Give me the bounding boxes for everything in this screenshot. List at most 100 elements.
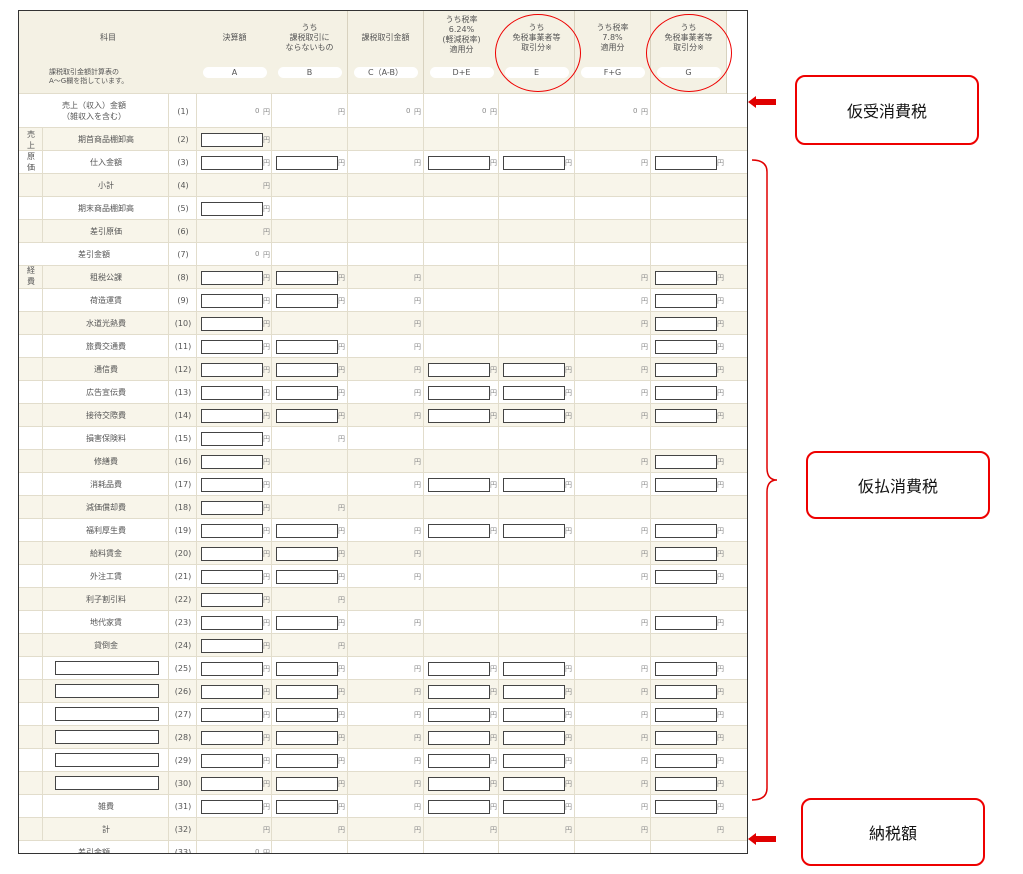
amount-input-a[interactable] <box>201 661 263 676</box>
amount-input-g[interactable] <box>655 684 717 699</box>
amount-input-a[interactable] <box>201 385 263 400</box>
custom-item-input[interactable] <box>55 661 159 675</box>
amount-input-g[interactable] <box>655 523 717 538</box>
column-divider <box>574 404 575 427</box>
amount-input-e[interactable] <box>503 477 565 492</box>
amount-input-d[interactable] <box>428 661 490 676</box>
amount-input-a[interactable] <box>201 569 263 584</box>
amount-input-g[interactable] <box>655 339 717 354</box>
amount-input-d[interactable] <box>428 753 490 768</box>
amount-input-a[interactable] <box>201 753 263 768</box>
amount-input-d[interactable] <box>428 523 490 538</box>
amount-input-g[interactable] <box>655 776 717 791</box>
amount-input-b[interactable] <box>276 730 338 745</box>
amount-input-a[interactable] <box>201 339 263 354</box>
amount-input-d[interactable] <box>428 776 490 791</box>
amount-input-d[interactable] <box>428 408 490 423</box>
amount-input-d[interactable] <box>428 707 490 722</box>
amount-input-g[interactable] <box>655 753 717 768</box>
amount-input-b[interactable] <box>276 707 338 722</box>
amount-input-a[interactable] <box>201 730 263 745</box>
amount-input-g[interactable] <box>655 730 717 745</box>
amount-input-g[interactable] <box>655 316 717 331</box>
custom-item-input[interactable] <box>55 707 159 721</box>
amount-input-d[interactable] <box>428 362 490 377</box>
amount-input-g[interactable] <box>655 799 717 814</box>
amount-input-g[interactable] <box>655 385 717 400</box>
amount-input-a[interactable] <box>201 707 263 722</box>
amount-input-e[interactable] <box>503 753 565 768</box>
amount-input-a[interactable] <box>201 132 263 147</box>
amount-input-a[interactable] <box>201 477 263 492</box>
amount-input-b[interactable] <box>276 569 338 584</box>
amount-input-e[interactable] <box>503 684 565 699</box>
amount-input-a[interactable] <box>201 776 263 791</box>
amount-input-e[interactable] <box>503 730 565 745</box>
amount-input-e[interactable] <box>503 362 565 377</box>
amount-input-a[interactable] <box>201 293 263 308</box>
amount-input-e[interactable] <box>503 707 565 722</box>
amount-input-d[interactable] <box>428 684 490 699</box>
amount-input-a[interactable] <box>201 500 263 515</box>
amount-input-e[interactable] <box>503 661 565 676</box>
amount-input-b[interactable] <box>276 615 338 630</box>
amount-input-e[interactable] <box>503 155 565 170</box>
amount-input-b[interactable] <box>276 799 338 814</box>
amount-input-g[interactable] <box>655 155 717 170</box>
amount-input-g[interactable] <box>655 569 717 584</box>
amount-input-g[interactable] <box>655 615 717 630</box>
amount-input-a[interactable] <box>201 799 263 814</box>
amount-input-d[interactable] <box>428 730 490 745</box>
amount-input-b[interactable] <box>276 155 338 170</box>
amount-input-a[interactable] <box>201 316 263 331</box>
amount-input-b[interactable] <box>276 408 338 423</box>
amount-input-d[interactable] <box>428 799 490 814</box>
custom-item-input[interactable] <box>55 753 159 767</box>
custom-item-input[interactable] <box>55 730 159 744</box>
amount-input-g[interactable] <box>655 362 717 377</box>
amount-input-g[interactable] <box>655 707 717 722</box>
amount-input-a[interactable] <box>201 684 263 699</box>
amount-input-b[interactable] <box>276 523 338 538</box>
amount-input-g[interactable] <box>655 270 717 285</box>
amount-input-b[interactable] <box>276 753 338 768</box>
amount-input-e[interactable] <box>503 799 565 814</box>
amount-input-a[interactable] <box>201 592 263 607</box>
amount-input-b[interactable] <box>276 270 338 285</box>
amount-input-a[interactable] <box>201 454 263 469</box>
amount-input-e[interactable] <box>503 408 565 423</box>
amount-input-b[interactable] <box>276 546 338 561</box>
amount-input-a[interactable] <box>201 201 263 216</box>
amount-input-b[interactable] <box>276 339 338 354</box>
amount-input-a[interactable] <box>201 362 263 377</box>
amount-input-d[interactable] <box>428 477 490 492</box>
custom-item-input[interactable] <box>55 776 159 790</box>
amount-input-g[interactable] <box>655 546 717 561</box>
amount-input-b[interactable] <box>276 684 338 699</box>
amount-input-a[interactable] <box>201 270 263 285</box>
amount-input-a[interactable] <box>201 431 263 446</box>
amount-input-a[interactable] <box>201 615 263 630</box>
amount-input-b[interactable] <box>276 661 338 676</box>
amount-input-a[interactable] <box>201 638 263 653</box>
amount-input-e[interactable] <box>503 776 565 791</box>
amount-input-b[interactable] <box>276 293 338 308</box>
amount-input-g[interactable] <box>655 408 717 423</box>
row-label: 差引金額 <box>78 848 110 854</box>
amount-input-e[interactable] <box>503 523 565 538</box>
amount-input-b[interactable] <box>276 362 338 377</box>
amount-input-a[interactable] <box>201 155 263 170</box>
amount-input-a[interactable] <box>201 546 263 561</box>
amount-input-g[interactable] <box>655 661 717 676</box>
amount-input-b[interactable] <box>276 385 338 400</box>
amount-input-a[interactable] <box>201 523 263 538</box>
amount-input-d[interactable] <box>428 155 490 170</box>
amount-input-g[interactable] <box>655 477 717 492</box>
amount-input-g[interactable] <box>655 454 717 469</box>
amount-input-b[interactable] <box>276 776 338 791</box>
amount-input-d[interactable] <box>428 385 490 400</box>
amount-input-g[interactable] <box>655 293 717 308</box>
amount-input-e[interactable] <box>503 385 565 400</box>
custom-item-input[interactable] <box>55 684 159 698</box>
amount-input-a[interactable] <box>201 408 263 423</box>
